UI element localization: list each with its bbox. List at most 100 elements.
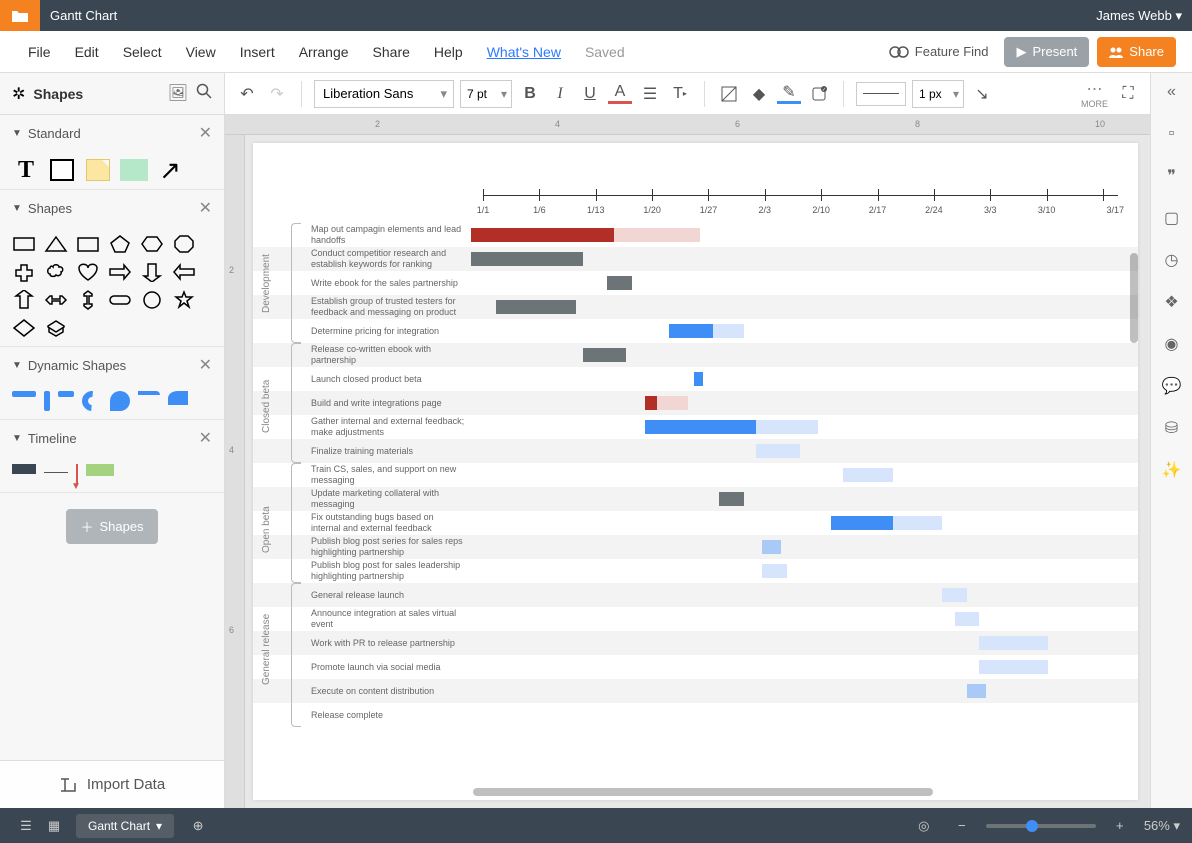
document-title[interactable]: Gantt Chart [40,8,117,23]
fullscreen-icon[interactable]: ⛶ [1116,82,1140,106]
menu-view[interactable]: View [174,44,228,60]
note-shape[interactable] [84,159,112,181]
shape-item[interactable] [76,290,100,310]
redo-icon[interactable]: ↷ [265,82,289,106]
folder-icon[interactable] [0,0,40,31]
gantt-row[interactable]: Promote launch via social media [253,655,1138,679]
menu-whats-new[interactable]: What's New [475,44,573,60]
shape-item[interactable] [172,234,196,254]
gantt-row[interactable]: Train CS, sales, and support on new mess… [253,463,1138,487]
box-shape[interactable] [48,159,76,181]
list-view-icon[interactable]: ☰ [12,812,40,840]
gantt-row[interactable]: Publish blog post for sales leadership h… [253,559,1138,583]
shape-item[interactable] [108,262,132,282]
gantt-row[interactable]: Launch closed product beta [253,367,1138,391]
timeline-marker[interactable] [76,464,78,484]
shape-item[interactable] [44,318,68,338]
user-menu[interactable]: James Webb ▾ [1096,8,1192,24]
align-icon[interactable]: ☰ [638,82,662,106]
line-color-icon[interactable]: ✎ [777,84,801,104]
gantt-row[interactable]: Publish blog post series for sales reps … [253,535,1138,559]
gantt-row[interactable]: General release launch [253,583,1138,607]
arrow-shape[interactable]: ↗ [156,159,184,181]
timeline-line[interactable] [44,472,68,473]
gantt-row[interactable]: Fix outstanding bugs based on internal a… [253,511,1138,535]
magic-icon[interactable]: ✨ [1161,459,1183,481]
shape-item[interactable] [12,318,36,338]
gantt-row[interactable]: Build and write integrations page [253,391,1138,415]
gantt-row[interactable]: Release co-written ebook with partnershi… [253,343,1138,367]
close-icon[interactable]: ✕ [199,198,212,218]
line-width-select[interactable]: 1 px [912,80,964,108]
comment-icon[interactable]: 💬 [1161,375,1183,397]
page-icon[interactable]: ▫ [1161,123,1183,145]
text-options-icon[interactable]: T▸ [668,82,692,106]
more-button[interactable]: ⋯ MORE [1081,79,1108,109]
font-select[interactable]: Liberation Sans [314,80,454,108]
shape-item[interactable] [44,290,68,310]
vscroll[interactable] [1130,253,1138,343]
share-button[interactable]: Share [1097,37,1176,67]
dyn-arc4[interactable] [168,391,188,405]
page-tab[interactable]: Gantt Chart ▾ [76,814,174,838]
gantt-row[interactable]: Execute on content distribution [253,679,1138,703]
close-icon[interactable]: ✕ [199,123,212,143]
gantt-row[interactable]: Determine pricing for integration [253,319,1138,343]
close-icon[interactable]: ✕ [199,428,212,448]
canvas[interactable]: 1/11/61/131/201/272/32/102/172/243/33/10… [253,143,1138,800]
present-icon[interactable]: ▢ [1161,207,1183,229]
shape-item[interactable] [108,290,132,310]
gantt-row[interactable]: Announce integration at sales virtual ev… [253,607,1138,631]
feature-find[interactable]: Feature Find [881,44,997,59]
timeline-block[interactable] [12,464,36,474]
dyn-col[interactable] [44,391,50,411]
shape-item[interactable] [172,262,196,282]
shape-item[interactable] [140,290,164,310]
shape-item[interactable] [108,234,132,254]
font-size-select[interactable]: 7 pt [460,80,512,108]
dyn-bar2[interactable] [58,391,74,397]
zoom-in-icon[interactable]: + [1106,812,1134,840]
fill-icon[interactable]: ◆ [747,82,771,106]
menu-edit[interactable]: Edit [63,44,111,60]
undo-icon[interactable]: ↶ [235,82,259,106]
fill-none-icon[interactable] [717,82,741,106]
timeline-bar[interactable] [86,464,114,476]
close-icon[interactable]: ✕ [199,355,212,375]
present-button[interactable]: ▶ Present [1004,37,1089,67]
shape-item[interactable] [44,262,68,282]
line-arrow-icon[interactable]: ↘ [970,82,994,106]
dyn-arc2[interactable] [110,391,130,411]
import-data-button[interactable]: Import Data [0,760,224,808]
italic-icon[interactable]: I [548,82,572,106]
gantt-row[interactable]: Update marketing collateral with messagi… [253,487,1138,511]
block-shape[interactable] [120,159,148,181]
collapse-icon[interactable]: « [1161,81,1183,103]
gear-icon[interactable]: ✲ [12,84,25,104]
menu-insert[interactable]: Insert [228,44,287,60]
zoom-slider[interactable] [986,824,1096,828]
add-page-icon[interactable]: ⊕ [184,812,212,840]
shape-item[interactable] [140,234,164,254]
zoom-level[interactable]: 56% ▾ [1144,818,1180,834]
shape-item[interactable] [12,234,36,254]
zoom-out-icon[interactable]: − [948,812,976,840]
image-icon[interactable]: 🖼 [168,83,188,104]
hscroll[interactable] [473,788,933,796]
text-shape[interactable]: T [12,159,40,181]
gantt-row[interactable]: Map out campagin elements and lead hando… [253,223,1138,247]
shape-item[interactable] [172,290,196,310]
data-icon[interactable]: ⛁ [1161,417,1183,439]
gantt-row[interactable]: Write ebook for the sales partnership [253,271,1138,295]
gantt-row[interactable]: Gather internal and external feedback; m… [253,415,1138,439]
menu-help[interactable]: Help [422,44,475,60]
dyn-arc3[interactable] [138,391,160,395]
gantt-row[interactable]: Work with PR to release partnership [253,631,1138,655]
target-icon[interactable]: ◎ [910,812,938,840]
shape-item[interactable] [44,234,68,254]
bold-icon[interactable]: B [518,82,542,106]
history-icon[interactable]: ◷ [1161,249,1183,271]
layers-icon[interactable]: ❖ [1161,291,1183,313]
shape-item[interactable] [12,290,36,310]
menu-arrange[interactable]: Arrange [287,44,361,60]
